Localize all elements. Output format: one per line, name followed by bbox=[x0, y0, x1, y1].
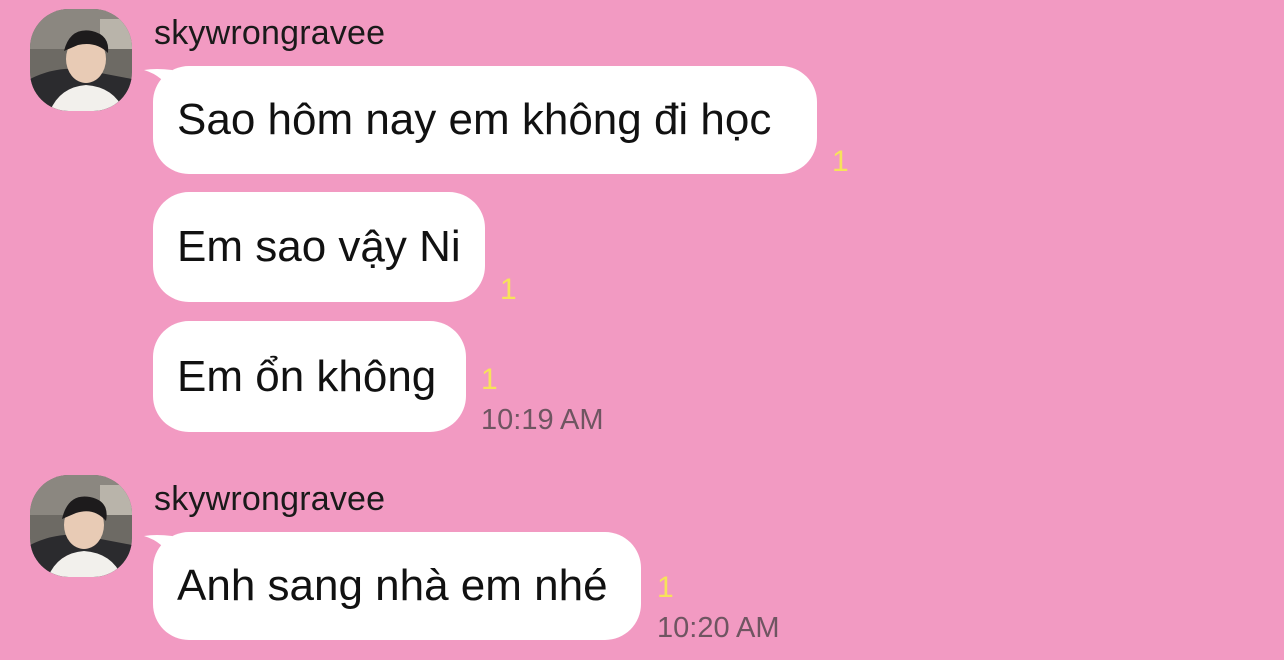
message-text: Anh sang nhà em nhé bbox=[177, 561, 608, 610]
sender-name: skywrongravee bbox=[154, 480, 386, 518]
message-bubble[interactable]: Em sao vậy Ni bbox=[153, 192, 485, 302]
avatar[interactable] bbox=[30, 475, 132, 577]
profile-photo-icon bbox=[30, 9, 132, 111]
message-bubble[interactable]: Em ổn không bbox=[153, 321, 466, 432]
message-text: Sao hôm nay em không đi học bbox=[177, 95, 772, 144]
timestamp: 10:19 AM bbox=[481, 404, 604, 436]
message-text: Em ổn không bbox=[177, 351, 437, 401]
unread-count: 1 bbox=[500, 273, 517, 306]
message-text: Em sao vậy Ni bbox=[177, 222, 461, 271]
timestamp: 10:20 AM bbox=[657, 612, 780, 644]
avatar[interactable] bbox=[30, 9, 132, 111]
sender-name: skywrongravee bbox=[154, 14, 386, 52]
unread-count: 1 bbox=[832, 145, 849, 178]
unread-count: 1 bbox=[657, 571, 674, 604]
message-bubble[interactable]: Sao hôm nay em không đi học bbox=[153, 66, 817, 174]
unread-count: 1 bbox=[481, 363, 498, 396]
profile-photo-icon bbox=[30, 475, 132, 577]
message-bubble[interactable]: Anh sang nhà em nhé bbox=[153, 532, 641, 640]
